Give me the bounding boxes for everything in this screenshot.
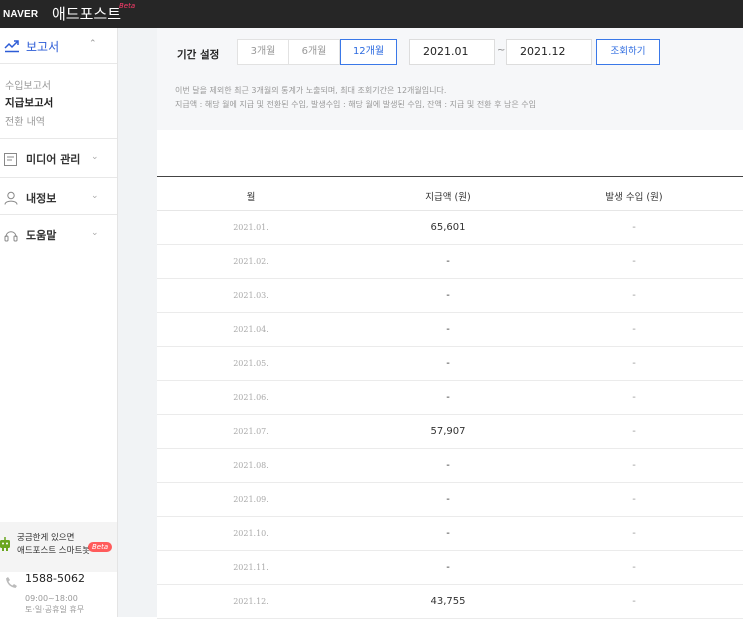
cell-paid: - bbox=[446, 528, 450, 539]
beta-badge: Beta bbox=[119, 2, 136, 10]
sidebar-subitem-payment-report[interactable]: 지급보고서 bbox=[5, 95, 53, 110]
sidebar-item-label: 보고서 bbox=[26, 40, 60, 54]
period-6month-button[interactable]: 6개월 bbox=[288, 39, 340, 65]
cell-occurred: - bbox=[632, 392, 636, 403]
cell-occurred: - bbox=[632, 528, 636, 539]
table-row: 2021.08. - - bbox=[157, 449, 743, 483]
sidebar-item-label: 내정보 bbox=[26, 192, 57, 205]
cell-occurred: - bbox=[632, 324, 636, 335]
cell-paid: - bbox=[446, 256, 450, 267]
period-note: 이번 달을 제외한 최근 3개월의 통계가 노출되며, 최대 조회기간은 12개… bbox=[175, 86, 447, 95]
cell-paid: - bbox=[446, 324, 450, 335]
cell-occurred: - bbox=[632, 256, 636, 267]
column-header-occurred: 발생 수입 (원) bbox=[605, 192, 663, 203]
table-row: 2021.05. - - bbox=[157, 347, 743, 381]
support-phone: 1588-5062 bbox=[25, 572, 85, 585]
end-date-input[interactable]: 2021.12 bbox=[506, 39, 592, 65]
table-row: 2021.11. - - bbox=[157, 551, 743, 585]
cell-occurred: - bbox=[632, 596, 636, 607]
sidebar-item-report[interactable]: 보고서 ⌃ bbox=[0, 28, 117, 64]
table-row: 2021.10. - - bbox=[157, 517, 743, 551]
document-icon bbox=[4, 151, 17, 170]
chevron-down-icon: ⌄ bbox=[91, 191, 99, 201]
search-button[interactable]: 조회하기 bbox=[596, 39, 660, 65]
cell-paid: - bbox=[446, 392, 450, 403]
top-bar: NAVER 애드포스트 Beta bbox=[0, 0, 743, 28]
sidebar-item-myinfo[interactable]: 내정보 ⌄ bbox=[0, 178, 117, 216]
chevron-down-icon: ⌄ bbox=[91, 152, 99, 162]
support-days: 토·일·공휴일 휴무 bbox=[25, 605, 85, 614]
cell-month: 2021.12. bbox=[233, 597, 269, 606]
cell-month: 2021.03. bbox=[233, 291, 269, 300]
table-row: 2021.06. - - bbox=[157, 381, 743, 415]
phone-icon bbox=[5, 574, 18, 593]
sidebar-subitem-conversion-history[interactable]: 전환 내역 bbox=[5, 113, 45, 128]
cell-month: 2021.06. bbox=[233, 393, 269, 402]
adpost-logo[interactable]: 애드포스트 bbox=[52, 3, 121, 24]
date-range-separator: ~ bbox=[497, 45, 506, 56]
chevron-up-icon[interactable]: ⌃ bbox=[89, 39, 97, 49]
cell-paid: 43,755 bbox=[430, 596, 466, 607]
table-row: 2021.01. 65,601 - bbox=[157, 211, 743, 245]
chart-line-icon bbox=[4, 38, 20, 57]
start-date-input[interactable]: 2021.01 bbox=[409, 39, 495, 65]
chatbot-line2: 애드포스트 스마트봇 bbox=[17, 546, 91, 556]
content-gutter bbox=[118, 28, 157, 617]
cell-occurred: - bbox=[632, 290, 636, 301]
period-filter: 기간 설정 3개월 6개월 12개월 2021.01 ~ 2021.12 조회하… bbox=[157, 28, 743, 130]
period-label: 기간 설정 bbox=[177, 49, 220, 61]
support-hours: 09:00~18:00 bbox=[25, 594, 78, 603]
period-12month-button[interactable]: 12개월 bbox=[340, 39, 397, 65]
sidebar: 보고서 ⌃ 수입보고서 지급보고서 전환 내역 미디어 관리 ⌄ 내정보 ⌄ 도… bbox=[0, 28, 118, 617]
cell-paid: - bbox=[446, 562, 450, 573]
headset-icon bbox=[4, 227, 18, 246]
cell-month: 2021.02. bbox=[233, 257, 269, 266]
cell-occurred: - bbox=[632, 358, 636, 369]
cell-month: 2021.08. bbox=[233, 461, 269, 470]
robot-icon bbox=[0, 536, 12, 551]
cell-occurred: - bbox=[632, 562, 636, 573]
table-row: 2021.09. - - bbox=[157, 483, 743, 517]
cell-month: 2021.10. bbox=[233, 529, 269, 538]
sidebar-subitem-income-report[interactable]: 수입보고서 bbox=[5, 77, 51, 92]
table-row: 2021.04. - - bbox=[157, 313, 743, 347]
table-row: 2021.02. - - bbox=[157, 245, 743, 279]
cell-month: 2021.05. bbox=[233, 359, 269, 368]
chatbot-line1: 궁금한게 있으면 bbox=[17, 533, 75, 543]
chatbot-beta-badge: Beta bbox=[88, 542, 113, 552]
column-header-paid: 지급액 (원) bbox=[425, 192, 471, 203]
cell-occurred: - bbox=[632, 460, 636, 471]
chevron-down-icon: ⌄ bbox=[91, 228, 99, 238]
column-header-month: 월 bbox=[246, 192, 256, 203]
table-row: 2021.07. 57,907 - bbox=[157, 415, 743, 449]
cell-month: 2021.07. bbox=[233, 427, 269, 436]
cell-paid: - bbox=[446, 494, 450, 505]
cell-paid: 57,907 bbox=[430, 426, 466, 437]
naver-logo[interactable]: NAVER bbox=[3, 9, 38, 20]
cell-occurred: - bbox=[632, 222, 636, 233]
period-3month-button[interactable]: 3개월 bbox=[237, 39, 289, 65]
cell-occurred: - bbox=[632, 426, 636, 437]
table-header: 월 지급액 (원) 발생 수입 (원) bbox=[157, 176, 743, 211]
sidebar-item-label: 미디어 관리 bbox=[26, 153, 81, 166]
cell-month: 2021.09. bbox=[233, 495, 269, 504]
table-row: 2021.03. - - bbox=[157, 279, 743, 313]
sidebar-item-label: 도움말 bbox=[26, 229, 57, 242]
term-definitions: 지급액 : 해당 월에 지급 및 전환된 수입, 발생수입 : 해당 월에 발생… bbox=[175, 100, 536, 109]
cell-paid: - bbox=[446, 290, 450, 301]
cell-month: 2021.04. bbox=[233, 325, 269, 334]
cell-paid: - bbox=[446, 358, 450, 369]
person-icon bbox=[4, 190, 18, 209]
cell-paid: 65,601 bbox=[430, 222, 466, 233]
cell-occurred: - bbox=[632, 494, 636, 505]
table-row: 2021.12. 43,755 - bbox=[157, 585, 743, 619]
cell-month: 2021.01. bbox=[233, 223, 269, 232]
cell-paid: - bbox=[446, 460, 450, 471]
sidebar-item-help[interactable]: 도움말 ⌄ bbox=[0, 215, 117, 253]
cell-month: 2021.11. bbox=[233, 563, 269, 572]
sidebar-item-media[interactable]: 미디어 관리 ⌄ bbox=[0, 139, 117, 177]
chatbot-banner[interactable]: 궁금한게 있으면 애드포스트 스마트봇 Beta bbox=[0, 522, 117, 572]
